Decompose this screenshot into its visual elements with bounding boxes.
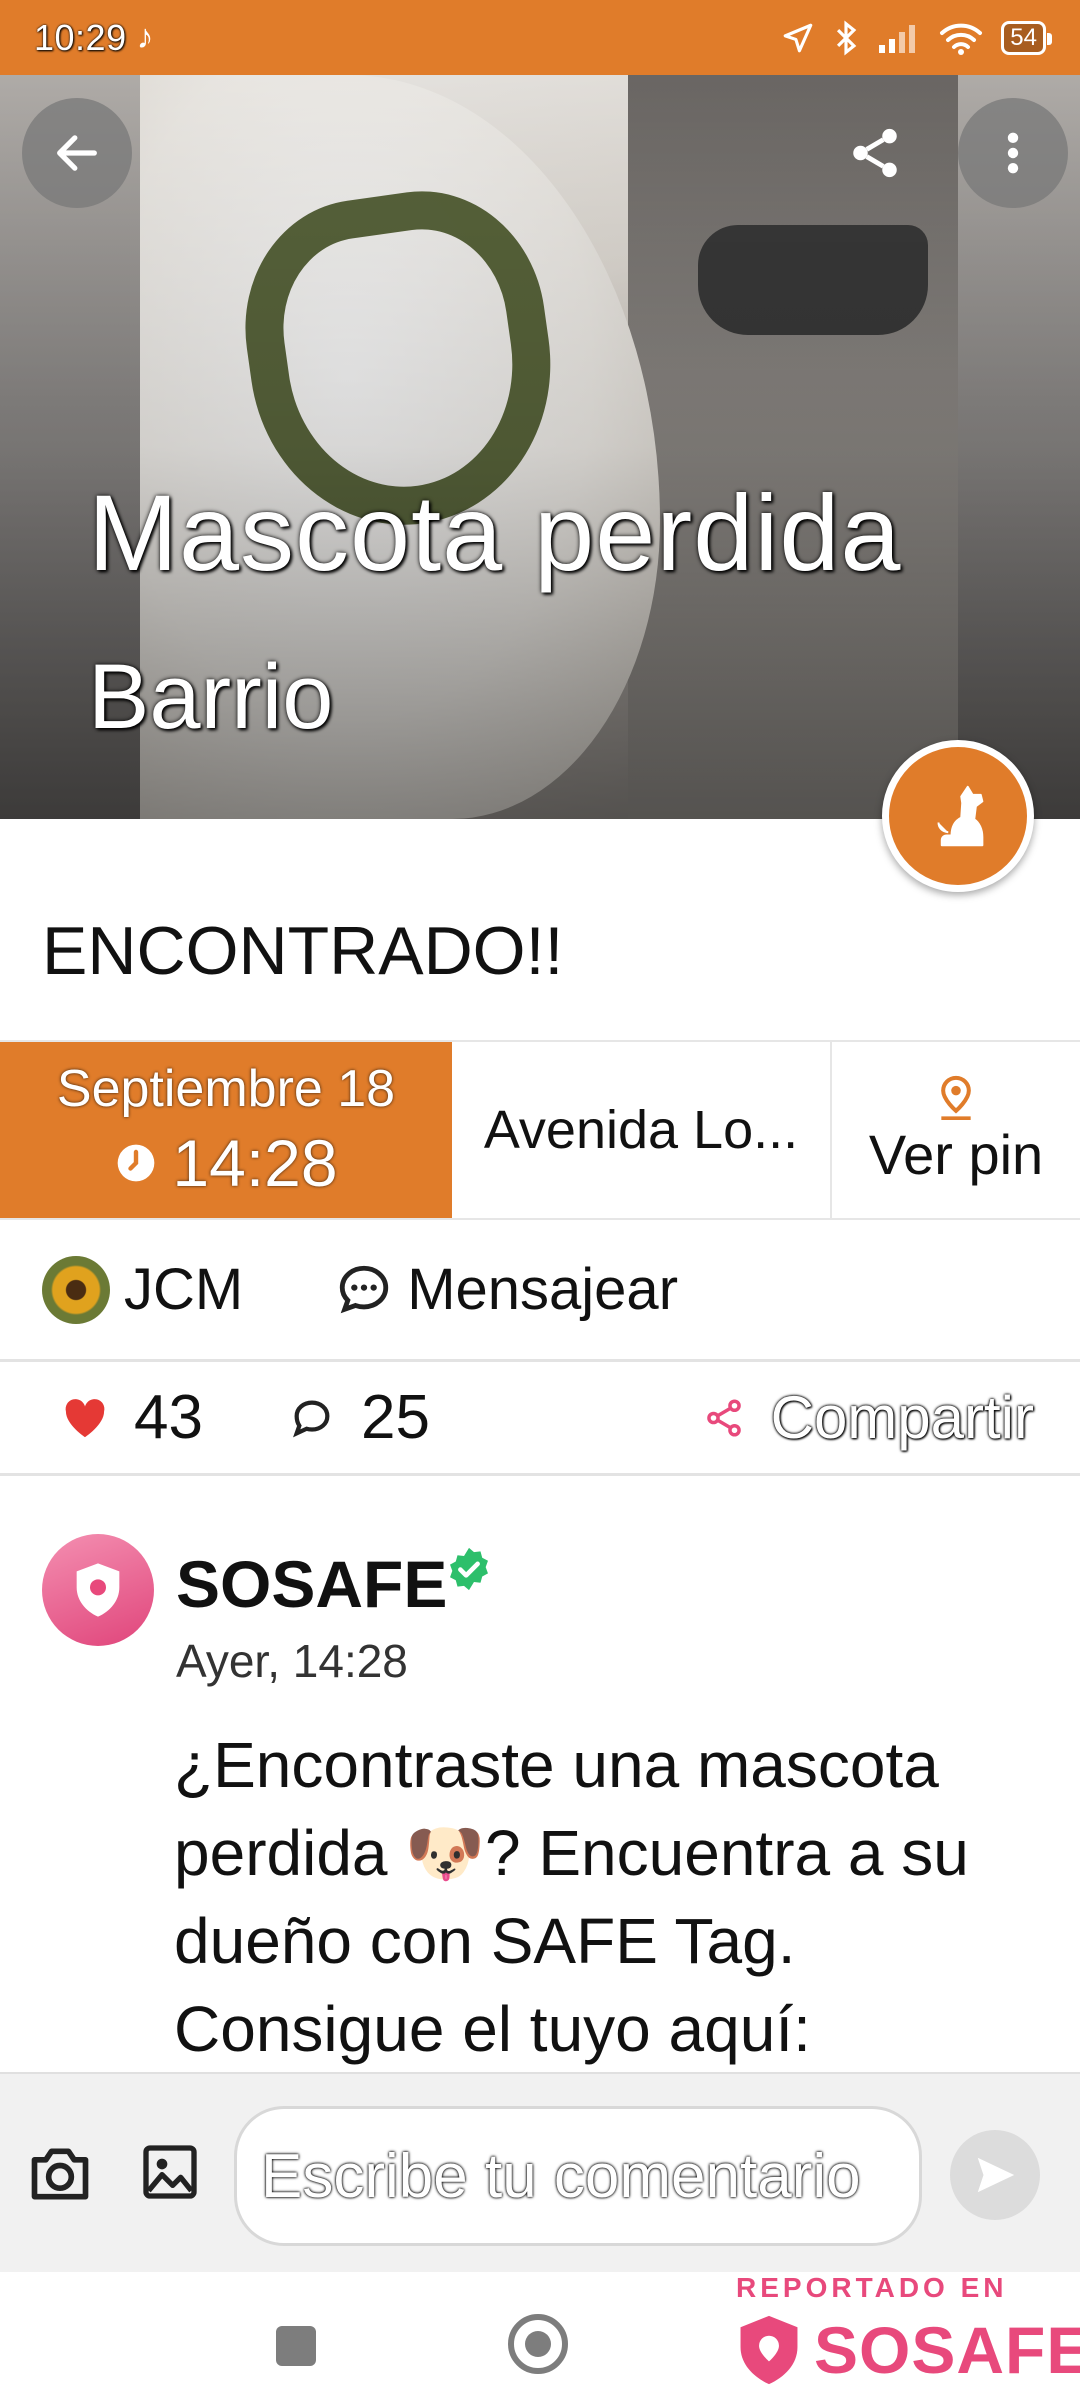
author-name[interactable]: JCM: [124, 1256, 243, 1323]
comment-text: ¿Encontraste una mascota perdida 🐶? Encu…: [174, 1729, 969, 2065]
more-vertical-icon: [1007, 132, 1019, 174]
comment-icon: [293, 1400, 330, 1437]
tiktok-icon: ♪: [136, 18, 154, 56]
author-row: JCM Mensajear: [0, 1220, 1080, 1362]
date-time-cell: Septiembre 18 14:28: [0, 1042, 452, 1218]
map-pin-icon: [941, 1075, 971, 1120]
heart-icon: [65, 1398, 105, 1437]
comment-item: SOSAFE Ayer, 14:28 ¿Encontraste una masc…: [0, 1476, 1080, 2072]
image-icon: [143, 2145, 197, 2199]
like-count: 43: [134, 1383, 203, 1452]
comment-author[interactable]: SOSAFE: [176, 1546, 447, 1622]
chat-bubble-icon: [340, 1265, 389, 1313]
view-pin-button[interactable]: Ver pin: [832, 1042, 1080, 1218]
sosafe-logo-icon: [76, 1563, 120, 1617]
share-button[interactable]: [820, 98, 930, 208]
home-button[interactable]: [508, 2314, 568, 2374]
hero-subtitle: Barrio: [88, 646, 334, 748]
message-label: Mensajear: [407, 1257, 679, 1322]
status-bar: 10:29 ♪ 54: [0, 0, 1080, 75]
share-post-button[interactable]: Compartir: [703, 1383, 1034, 1452]
engagement-row: 43 25 Compartir: [0, 1362, 1080, 1476]
camera-button[interactable]: [26, 2140, 94, 2213]
status-time: 10:29: [34, 16, 127, 58]
message-button[interactable]: Mensajear: [335, 1256, 678, 1323]
comment-time: Ayer, 14:28: [176, 1635, 408, 1687]
like-button[interactable]: 43: [62, 1382, 203, 1453]
send-icon: [977, 2157, 1015, 2193]
post-info-row: Septiembre 18 14:28 Avenida Lo... Ver pi…: [0, 1040, 1080, 1220]
clock-icon: [118, 1144, 155, 1182]
share-label: Compartir: [770, 1384, 1034, 1451]
share-icon: [853, 128, 897, 178]
wifi-icon: [940, 23, 983, 55]
view-pin-label: Ver pin: [868, 1122, 1044, 1186]
post-address[interactable]: Avenida Lo...: [452, 1042, 832, 1218]
sosafe-shield-icon: [740, 2315, 798, 2385]
send-button[interactable]: [950, 2130, 1040, 2220]
comment-composer: [0, 2072, 1080, 2272]
post-date: Septiembre 18: [56, 1060, 396, 1118]
arrow-left-icon: [57, 135, 97, 171]
signal-icon: [879, 24, 916, 53]
dog-icon: [937, 785, 984, 847]
more-options-button[interactable]: [958, 98, 1068, 208]
verified-badge-icon: [450, 1547, 488, 1591]
post-status: ENCONTRADO!!: [42, 913, 564, 989]
comment-count: 25: [360, 1383, 430, 1452]
comment-input[interactable]: [234, 2106, 922, 2246]
gallery-button[interactable]: [138, 2140, 202, 2209]
pet-category-badge: [882, 740, 1034, 892]
status-icons: 54: [781, 19, 1052, 57]
sosafe-watermark: SOSAFE: [734, 2312, 1080, 2388]
hero-title: Mascota perdida: [88, 472, 902, 593]
author-avatar[interactable]: [42, 1255, 110, 1324]
back-button[interactable]: [22, 98, 132, 208]
comments-button[interactable]: 25: [289, 1382, 430, 1453]
location-icon: [783, 23, 813, 52]
brand-name: SOSAFE: [814, 2313, 1080, 2387]
battery-indicator: 54: [1001, 20, 1052, 55]
bluetooth-icon: [837, 19, 857, 56]
reported-label: REPORTADO EN: [736, 2272, 1008, 2303]
sosafe-avatar[interactable]: [42, 1534, 154, 1646]
recents-button[interactable]: [276, 2326, 316, 2366]
share-icon: [706, 1398, 741, 1437]
camera-icon: [31, 2148, 89, 2200]
post-time: 14:28: [172, 1126, 338, 1200]
